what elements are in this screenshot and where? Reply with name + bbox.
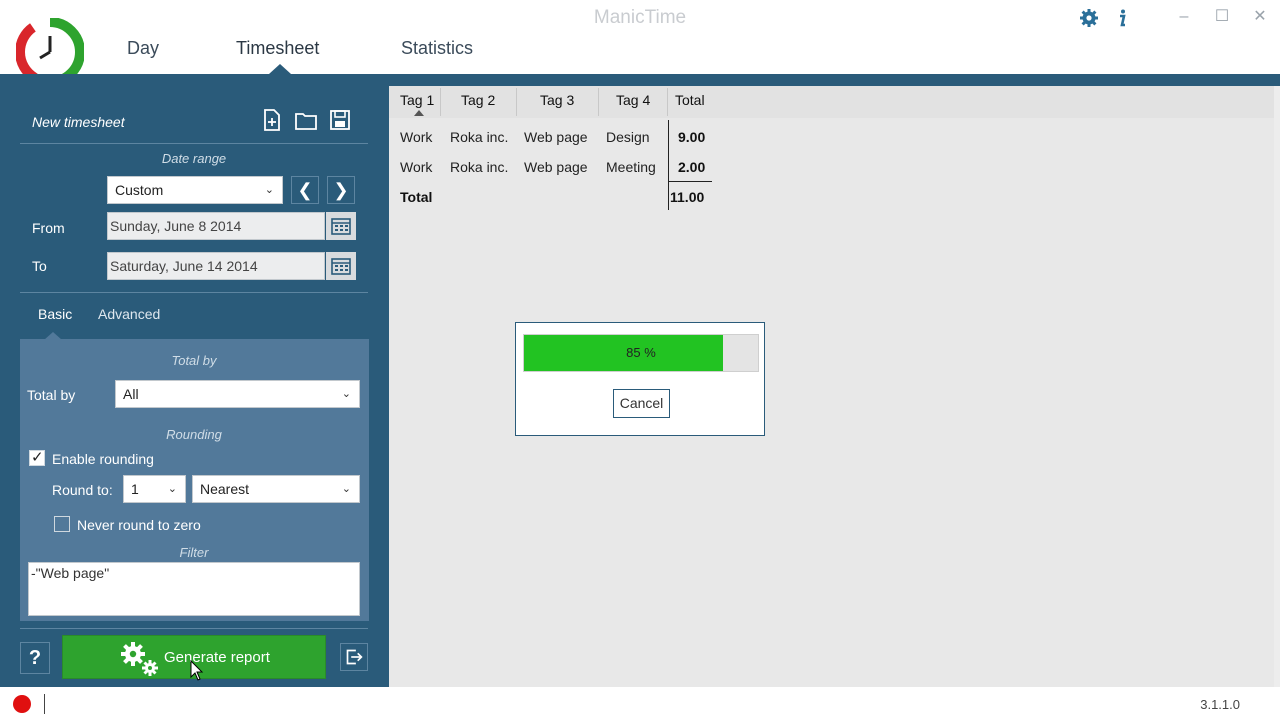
column-header-tag1[interactable]: Tag 1	[400, 92, 434, 108]
tab-basic[interactable]: Basic	[38, 306, 72, 322]
table-cell: Web page	[524, 159, 588, 175]
tab-advanced[interactable]: Advanced	[98, 306, 160, 322]
round-to-select[interactable]: 1 ⌄	[123, 475, 186, 503]
filter-textarea[interactable]: -"Web page"	[28, 562, 360, 616]
total-by-label: Total by	[27, 387, 76, 403]
column-header-tag4[interactable]: Tag 4	[616, 92, 650, 108]
export-icon[interactable]	[340, 643, 368, 671]
table-cell: Work	[400, 129, 433, 145]
status-bar: 3.1.1.0	[0, 687, 1280, 720]
divider	[44, 694, 45, 714]
table-cell: Roka inc.	[450, 129, 509, 145]
date-range-value: Custom	[115, 182, 164, 198]
table-cell: Design	[606, 129, 650, 145]
total-by-select[interactable]: All ⌄	[115, 380, 360, 408]
table-header	[389, 86, 1274, 118]
total-by-section-label: Total by	[171, 353, 217, 368]
grand-total-value: 11.00	[670, 189, 705, 205]
timesheet-title: New timesheet	[32, 114, 125, 130]
row-total-cell: 9.00	[678, 129, 706, 145]
close-button[interactable]: ✕	[1248, 6, 1272, 28]
version-label: 3.1.1.0	[1200, 697, 1240, 712]
to-label: To	[32, 258, 47, 274]
divider	[20, 628, 368, 629]
never-round-to-zero-label: Never round to zero	[77, 517, 201, 533]
column-header-tag2[interactable]: Tag 2	[461, 92, 495, 108]
rounding-mode-select[interactable]: Nearest ⌄	[192, 475, 360, 503]
progress-bar: 85 %	[523, 334, 759, 372]
never-round-to-zero-checkbox[interactable]	[54, 516, 70, 532]
round-to-value: 1	[131, 481, 139, 497]
help-button[interactable]: ?	[20, 642, 50, 674]
grand-total-label: Total	[400, 189, 433, 205]
total-column-line	[668, 120, 669, 210]
title-bar: ManicTime Day Timesheet Statistics – ☐ ✕	[0, 0, 1280, 86]
sort-ascending-icon	[414, 110, 424, 116]
chevron-down-icon: ⌄	[341, 483, 351, 495]
tab-timesheet[interactable]: Timesheet	[236, 38, 319, 59]
tab-day[interactable]: Day	[127, 38, 159, 59]
scrollbar[interactable]	[1274, 86, 1280, 687]
rounding-section-label: Rounding	[166, 427, 222, 442]
timesheet-sidebar: New timesheet Date range Custom ⌄ ❮ ❯ Fr…	[0, 86, 389, 687]
column-header-total[interactable]: Total	[675, 92, 705, 108]
table-cell: Roka inc.	[450, 159, 509, 175]
column-separator	[440, 88, 441, 116]
header-strip	[0, 74, 1280, 86]
cancel-button[interactable]: Cancel	[613, 389, 670, 418]
new-document-icon[interactable]	[258, 106, 286, 134]
divider	[20, 143, 368, 144]
record-icon[interactable]	[13, 695, 31, 713]
next-range-button[interactable]: ❯	[327, 176, 355, 204]
maximize-button[interactable]: ☐	[1210, 6, 1234, 28]
column-separator	[598, 88, 599, 116]
calendar-icon[interactable]	[326, 212, 356, 240]
chevron-down-icon: ⌄	[167, 483, 177, 495]
calendar-icon[interactable]	[326, 252, 356, 280]
progress-dialog: 85 % Cancel	[515, 322, 765, 436]
from-label: From	[32, 220, 65, 236]
generate-report-label: Generate report	[164, 649, 270, 666]
progress-text: 85 %	[626, 345, 656, 360]
previous-range-button[interactable]: ❮	[291, 176, 319, 204]
total-by-value: All	[123, 386, 139, 402]
divider	[20, 292, 368, 293]
date-range-section-label: Date range	[161, 151, 227, 166]
enable-rounding-checkbox[interactable]: ✓	[29, 449, 45, 466]
info-icon[interactable]	[1112, 8, 1132, 28]
to-date-input[interactable]: Saturday, June 14 2014	[107, 252, 325, 280]
table-cell: Meeting	[606, 159, 656, 175]
tab-statistics[interactable]: Statistics	[401, 38, 473, 59]
mouse-cursor-icon	[190, 660, 204, 681]
chevron-down-icon: ⌄	[341, 388, 351, 400]
minimize-button[interactable]: –	[1172, 6, 1196, 28]
column-header-tag3[interactable]: Tag 3	[540, 92, 574, 108]
date-range-select[interactable]: Custom ⌄	[107, 176, 283, 204]
folder-icon[interactable]	[292, 106, 320, 134]
round-to-label: Round to:	[52, 482, 113, 498]
row-total-cell: 2.00	[678, 159, 706, 175]
gears-icon	[121, 642, 158, 676]
active-tab-indicator	[269, 64, 291, 74]
enable-rounding-label: Enable rounding	[52, 451, 154, 467]
gear-icon[interactable]	[1079, 8, 1099, 28]
column-separator	[516, 88, 517, 116]
total-sum-line	[668, 181, 712, 182]
column-separator	[667, 88, 668, 116]
table-cell: Web page	[524, 129, 588, 145]
checkmark-icon: ✓	[31, 449, 44, 466]
chevron-down-icon: ⌄	[264, 184, 274, 196]
from-date-input[interactable]: Sunday, June 8 2014	[107, 212, 325, 240]
table-cell: Work	[400, 159, 433, 175]
filter-section-label: Filter	[179, 545, 209, 560]
rounding-mode-value: Nearest	[200, 481, 250, 497]
save-icon[interactable]	[326, 106, 354, 134]
